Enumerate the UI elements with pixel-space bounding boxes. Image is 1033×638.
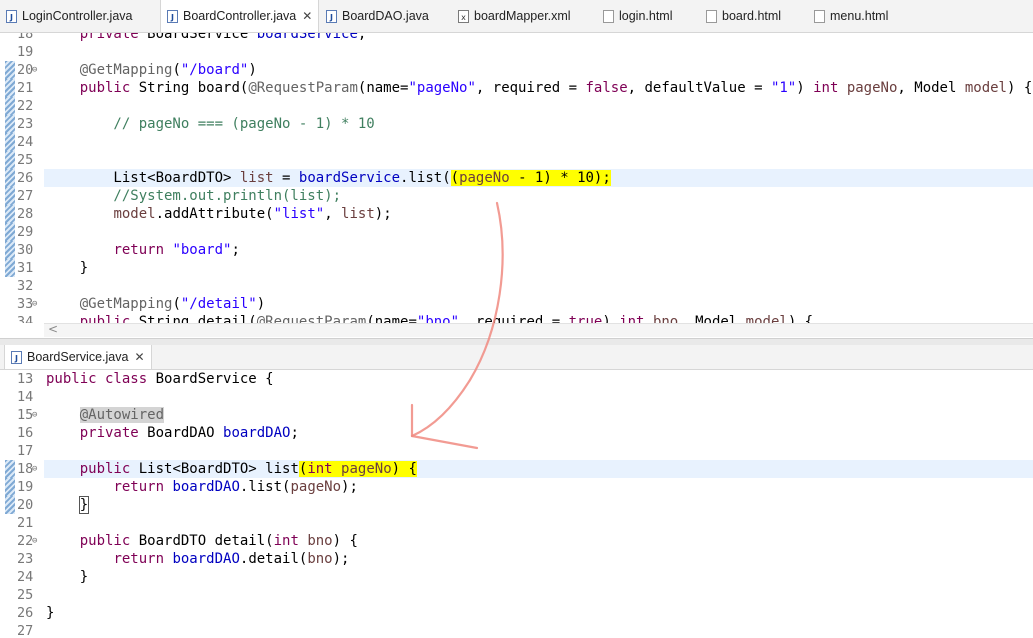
code-line: 22 ⊖ public BoardDTO detail(int bno) { bbox=[17, 533, 358, 549]
board-controller-editor[interactable]: 18 private BoardService boardService; 19… bbox=[0, 33, 1033, 323]
code-line: 27 //System.out.println(list); bbox=[0, 187, 1033, 205]
java-file-icon: J bbox=[326, 9, 337, 23]
close-icon[interactable]: ✕ bbox=[302, 9, 312, 23]
code-line: 28 model.addAttribute("list", list); bbox=[0, 205, 1033, 223]
code-line: 18 private BoardService boardService; bbox=[17, 33, 367, 42]
tab-board-service[interactable]: J BoardService.java ✕ bbox=[4, 345, 152, 369]
code-line: 20 ⊖ @GetMapping("/board") bbox=[0, 61, 1033, 79]
tab-board-mapper-xml[interactable]: x boardMapper.xml bbox=[458, 0, 571, 32]
code-line: 16 private BoardDAO boardDAO; bbox=[17, 425, 299, 441]
code-line: 15 ⊖ @Autowired bbox=[17, 407, 165, 423]
tab-label: BoardService.java bbox=[27, 350, 129, 364]
tab-label: BoardController.java bbox=[183, 9, 297, 23]
code-line: 23 return boardDAO.detail(bno); bbox=[17, 551, 350, 567]
tab-board-html[interactable]: board.html bbox=[706, 0, 781, 32]
code-line: 19 return boardDAO.list(pageNo); bbox=[0, 478, 1033, 496]
code-line: 21 bbox=[17, 515, 34, 531]
xml-file-icon: x bbox=[458, 9, 469, 23]
code-line: 20 } bbox=[0, 496, 1033, 514]
change-marker bbox=[5, 61, 15, 79]
tab-login-controller[interactable]: J LoginController.java bbox=[6, 0, 133, 32]
code-line: 29 bbox=[0, 223, 1033, 241]
scroll-left-icon[interactable]: < bbox=[48, 322, 58, 336]
tab-label: menu.html bbox=[830, 9, 889, 23]
code-line: 22 bbox=[0, 97, 1033, 115]
code-line: 30 return "board"; bbox=[0, 241, 1033, 259]
code-line: 24 } bbox=[17, 569, 89, 585]
java-file-icon: J bbox=[6, 9, 17, 23]
code-line: 19 bbox=[17, 44, 34, 60]
horizontal-scrollbar[interactable]: < bbox=[44, 322, 1033, 337]
html-file-icon bbox=[814, 9, 825, 23]
fold-icon[interactable]: ⊖ bbox=[32, 409, 37, 421]
java-file-icon: J bbox=[167, 9, 178, 23]
code-line: 23 // pageNo === (pageNo - 1) * 10 bbox=[0, 115, 1033, 133]
fold-icon[interactable]: ⊖ bbox=[32, 463, 37, 475]
code-line: 27 bbox=[17, 623, 34, 638]
current-code-line: 26 List<BoardDTO> list = boardService.li… bbox=[0, 169, 1033, 187]
tab-label: LoginController.java bbox=[22, 9, 133, 23]
code-line: 31 } bbox=[0, 259, 1033, 277]
tab-label: boardMapper.xml bbox=[474, 9, 571, 23]
fold-icon[interactable]: ⊖ bbox=[32, 298, 37, 310]
code-line: 25 bbox=[0, 151, 1033, 169]
code-line: 26 } bbox=[17, 605, 55, 621]
tab-label: login.html bbox=[619, 9, 673, 23]
code-line: 21 public String board(@RequestParam(nam… bbox=[0, 79, 1033, 97]
close-icon[interactable]: ✕ bbox=[134, 350, 144, 364]
board-service-editor[interactable]: 13 public class BoardService { 14 15 ⊖ @A… bbox=[0, 370, 1033, 638]
html-file-icon bbox=[603, 9, 614, 23]
tab-label: board.html bbox=[722, 9, 782, 23]
fold-icon[interactable]: ⊖ bbox=[32, 535, 37, 547]
html-file-icon bbox=[706, 9, 717, 23]
current-code-line: 18 ⊖ public List<BoardDTO> list(int pageN… bbox=[0, 460, 1033, 478]
code-line: 17 bbox=[17, 443, 34, 459]
code-line: 32 bbox=[17, 278, 34, 294]
tab-board-controller[interactable]: J BoardController.java ✕ bbox=[160, 0, 320, 32]
code-line: 34 public String detail(@RequestParam(na… bbox=[17, 314, 814, 323]
code-line: 13 public class BoardService { bbox=[17, 371, 274, 387]
tab-menu-html[interactable]: menu.html bbox=[814, 0, 888, 32]
java-file-icon: J bbox=[11, 350, 22, 364]
bottom-editor-tab-bar: J BoardService.java ✕ bbox=[0, 345, 1033, 370]
code-line: 24 bbox=[0, 133, 1033, 151]
tab-board-dao[interactable]: J BoardDAO.java bbox=[326, 0, 429, 32]
tab-label: BoardDAO.java bbox=[342, 9, 429, 23]
code-line: 14 bbox=[17, 389, 34, 405]
code-line: 25 bbox=[17, 587, 34, 603]
top-editor-tab-bar: J LoginController.java J BoardController… bbox=[0, 0, 1033, 33]
code-line: 33 ⊖ @GetMapping("/detail") bbox=[17, 296, 266, 312]
fold-icon[interactable]: ⊖ bbox=[32, 64, 37, 76]
tab-login-html[interactable]: login.html bbox=[603, 0, 673, 32]
